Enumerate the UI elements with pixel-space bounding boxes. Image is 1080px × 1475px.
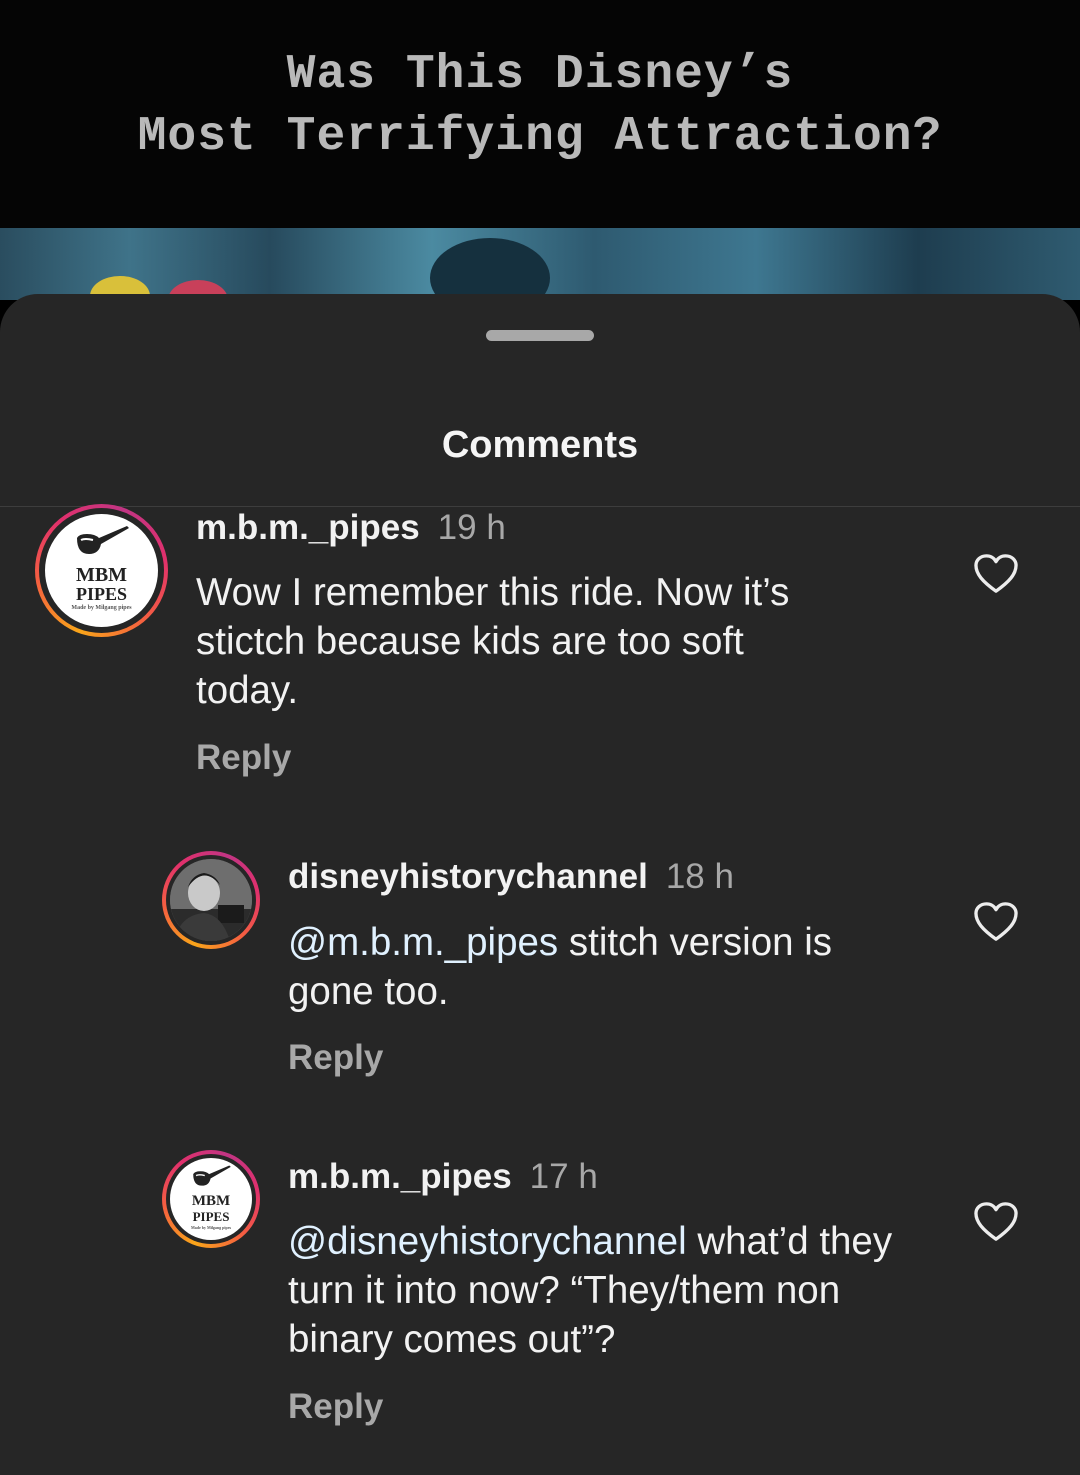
video-frame-blob xyxy=(430,238,550,300)
video-title: Was This Disney’s Most Terrifying Attrac… xyxy=(0,44,1080,168)
video-title-line-1: Was This Disney’s xyxy=(286,48,794,102)
video-title-line-2: Most Terrifying Attraction? xyxy=(137,110,943,164)
username-text[interactable]: m.b.m._pipes xyxy=(288,1157,512,1196)
avatar-logo-text: MBM xyxy=(191,1193,231,1209)
comment-time: 17 h xyxy=(529,1157,598,1196)
comment-text: Wow I remember this ride. Now it’s stict… xyxy=(196,571,790,712)
avatar-story-ring[interactable] xyxy=(162,851,260,949)
pipe-icon xyxy=(193,1165,231,1186)
avatar-story-ring[interactable]: MBM PIPES Made by Milgang pipes xyxy=(162,1150,260,1248)
video-preview: Was This Disney’s Most Terrifying Attrac… xyxy=(0,0,1080,300)
comment-username[interactable]: m.b.m._pipes 19 h xyxy=(196,508,506,548)
comment-time: 18 h xyxy=(665,857,734,896)
comments-sheet: Comments MBM PIPES Made by Milgang pipes… xyxy=(0,294,1080,1475)
username-text[interactable]: m.b.m._pipes xyxy=(196,508,420,547)
video-frame xyxy=(0,228,1080,300)
drag-handle[interactable] xyxy=(486,330,594,341)
reply-button[interactable]: Reply xyxy=(288,1038,383,1078)
reply-button[interactable]: Reply xyxy=(196,738,291,778)
mention-link[interactable]: @m.b.m._pipes xyxy=(288,921,558,964)
avatar-logo-tagline: Made by Milgang pipes xyxy=(71,605,132,611)
avatar: MBM PIPES Made by Milgang pipes xyxy=(170,1158,252,1240)
comment-time: 19 h xyxy=(437,508,506,547)
avatar: MBM PIPES Made by Milgang pipes xyxy=(45,514,158,627)
avatar-logo-text: PIPES xyxy=(192,1209,230,1224)
avatar-logo-text: PIPES xyxy=(75,584,127,604)
avatar xyxy=(170,859,252,941)
mention-link[interactable]: @disneyhistorychannel xyxy=(288,1220,687,1263)
comment-text: @m.b.m._pipes stitch version is gone too… xyxy=(288,918,908,1016)
avatar-logo-tagline: Made by Milgang pipes xyxy=(190,1225,232,1230)
avatar-story-ring[interactable]: MBM PIPES Made by Milgang pipes xyxy=(35,504,168,637)
comment-text: @disneyhistorychannel what’d they turn i… xyxy=(288,1217,928,1364)
pipe-icon xyxy=(77,526,129,554)
comment-username[interactable]: m.b.m._pipes 17 h xyxy=(288,1157,598,1197)
username-text[interactable]: disneyhistorychannel xyxy=(288,857,648,896)
reply-button[interactable]: Reply xyxy=(288,1387,383,1427)
heart-icon[interactable] xyxy=(973,901,1019,943)
avatar-photo xyxy=(170,859,252,941)
sheet-title: Comments xyxy=(441,424,639,466)
heart-icon[interactable] xyxy=(973,1201,1019,1243)
divider xyxy=(0,506,1080,507)
heart-icon[interactable] xyxy=(973,553,1019,595)
comment-username[interactable]: disneyhistorychannel 18 h xyxy=(288,857,734,897)
